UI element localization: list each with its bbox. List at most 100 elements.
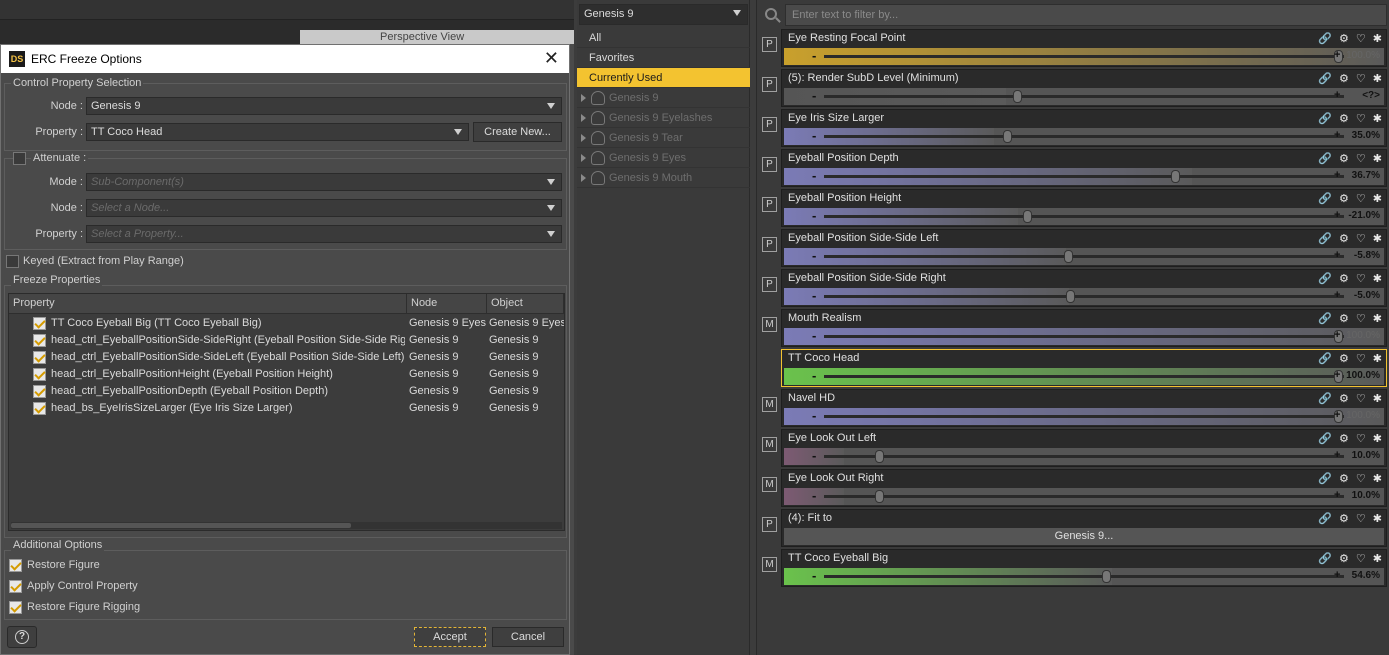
node-genesis-9-mouth[interactable]: Genesis 9 Mouth [577,168,750,188]
parameter-value[interactable]: 100.0% [1346,50,1380,61]
parameter-row[interactable]: Eyeball Position Height 🔗 ⚙ ♡ ✱ - + -21.0% [781,189,1387,227]
parameter-row[interactable]: Eyeball Position Side-Side Right 🔗 ⚙ ♡ ✱ -… [781,269,1387,307]
parameter-value[interactable]: <?> [1362,90,1380,101]
header-property[interactable]: Property [9,294,407,314]
parameter-action-icons[interactable]: 🔗 ⚙ ♡ ✱ [1318,512,1384,525]
node-genesis-9[interactable]: Genesis 9 [577,88,750,108]
decrement-button[interactable]: - [812,248,816,263]
parameter-slider[interactable]: - + -21.0% [784,208,1384,225]
parameter-value[interactable]: 100.0% [1346,330,1380,341]
decrement-button[interactable]: - [812,368,816,383]
increment-button[interactable]: + [1334,249,1340,261]
parameter-action-icons[interactable]: 🔗 ⚙ ♡ ✱ [1318,32,1384,45]
parameter-value[interactable]: 100.0% [1346,370,1380,381]
parameter-slider[interactable]: - + -5.0% [784,288,1384,305]
expand-icon[interactable] [581,94,586,102]
parameter-action-icons[interactable]: 🔗 ⚙ ♡ ✱ [1318,552,1384,565]
pin-badge-icon[interactable]: P [762,517,777,532]
pin-badge-icon[interactable]: P [762,157,777,172]
parameter-slider[interactable]: - +54.6% [784,568,1384,585]
row-checkbox[interactable] [33,402,46,415]
parameter-value[interactable]: 10.0% [1352,490,1380,501]
parameter-slider[interactable]: - +36.7% [784,168,1384,185]
slider-handle[interactable] [1012,90,1022,103]
parameter-row[interactable]: Mouth Realism 🔗 ⚙ ♡ ✱ - +100.0% [781,309,1387,347]
slider-track[interactable] [824,255,1344,258]
keyed-checkbox[interactable] [6,255,19,268]
pin-badge-icon[interactable]: P [762,37,777,52]
pin-badge-icon[interactable]: P [762,197,777,212]
figure-select[interactable]: Genesis 9 [579,4,748,25]
parameter-action-icons[interactable]: 🔗 ⚙ ♡ ✱ [1318,192,1384,205]
slider-track[interactable] [824,335,1344,338]
parameter-value[interactable]: -5.0% [1354,290,1380,301]
pin-badge-icon[interactable]: M [762,397,777,412]
parameter-slider[interactable]: - +10.0% [784,488,1384,505]
decrement-button[interactable]: - [812,488,816,503]
parameter-action-icons[interactable]: 🔗 ⚙ ♡ ✱ [1318,152,1384,165]
pin-badge-icon[interactable]: P [762,237,777,252]
decrement-button[interactable]: - [812,408,816,423]
attenuate-checkbox[interactable] [13,152,26,165]
decrement-button[interactable]: - [812,48,816,63]
expand-icon[interactable] [581,134,586,142]
parameter-value[interactable]: 10.0% [1352,450,1380,461]
pin-badge-icon[interactable]: M [762,317,777,332]
table-row[interactable]: head_ctrl_EyeballPositionDepth (Eyeball … [9,383,564,400]
parameter-value[interactable]: -5.8% [1354,250,1380,261]
perspective-view-label[interactable]: Perspective View [380,31,464,43]
parameter-row[interactable]: Eye Iris Size Larger 🔗 ⚙ ♡ ✱ - +35.0% [781,109,1387,147]
slider-track[interactable] [824,455,1344,458]
attenuate-property-select[interactable]: Select a Property... [86,225,562,243]
node-select[interactable]: Genesis 9 [86,97,562,115]
pin-badge-icon[interactable]: P [762,117,777,132]
increment-button[interactable]: + [1334,569,1340,581]
row-checkbox[interactable] [33,317,46,330]
parameter-value[interactable]: 36.7% [1352,170,1380,181]
parameter-slider[interactable]: - +10.0% [784,448,1384,465]
parameter-slider[interactable]: - +35.0% [784,128,1384,145]
parameter-value[interactable]: 35.0% [1352,130,1380,141]
row-checkbox[interactable] [33,334,46,347]
parameter-row[interactable]: TT Coco Head 🔗 ⚙ ♡ ✱ - +100.0% [781,349,1387,387]
table-row[interactable]: head_ctrl_EyeballPositionHeight (Eyeball… [9,366,564,383]
slider-handle[interactable] [1102,570,1112,583]
table-row[interactable]: TT Coco Eyeball Big (TT Coco Eyeball Big… [9,315,564,332]
group-item-favorites[interactable]: Favorites [577,48,750,68]
increment-button[interactable]: + [1334,369,1340,381]
pin-badge-icon[interactable]: M [762,477,777,492]
slider-track[interactable] [824,215,1344,218]
expand-icon[interactable] [581,174,586,182]
decrement-button[interactable]: - [812,208,816,223]
parameter-row[interactable]: Eye Resting Focal Point 🔗 ⚙ ♡ ✱ - +100.0% [781,29,1387,67]
slider-track[interactable] [824,375,1344,378]
slider-handle[interactable] [1063,250,1073,263]
scrollbar-thumb[interactable] [11,523,351,528]
slider-handle[interactable] [1022,210,1032,223]
parameter-slider[interactable]: - +100.0% [784,408,1384,425]
create-new-button[interactable]: Create New... [473,122,562,142]
row-checkbox[interactable] [33,385,46,398]
node-genesis-9-eyes[interactable]: Genesis 9 Eyes [577,148,750,168]
decrement-button[interactable]: - [812,288,816,303]
parameter-row[interactable]: (5): Render SubD Level (Minimum) 🔗 ⚙ ♡ ✱ -… [781,69,1387,107]
decrement-button[interactable]: - [812,168,816,183]
parameter-slider[interactable]: - +100.0% [784,48,1384,65]
expand-icon[interactable] [581,154,586,162]
filter-input[interactable]: Enter text to filter by... [785,4,1387,26]
parameter-action-icons[interactable]: 🔗 ⚙ ♡ ✱ [1318,232,1384,245]
increment-button[interactable]: + [1334,129,1340,141]
apply-control-property-checkbox[interactable] [9,580,22,593]
slider-handle[interactable] [1066,290,1076,303]
decrement-button[interactable]: - [812,328,816,343]
help-button[interactable]: ? [7,626,37,648]
increment-button[interactable]: + [1334,449,1340,461]
search-icon[interactable] [765,8,777,20]
parameter-action-icons[interactable]: 🔗 ⚙ ♡ ✱ [1318,312,1384,325]
increment-button[interactable]: + [1334,169,1340,181]
decrement-button[interactable]: - [812,448,816,463]
parameter-slider[interactable]: - +100.0% [784,368,1384,385]
header-object[interactable]: Object [487,294,564,314]
pin-badge-icon[interactable]: M [762,557,777,572]
pin-badge-icon[interactable]: P [762,77,777,92]
